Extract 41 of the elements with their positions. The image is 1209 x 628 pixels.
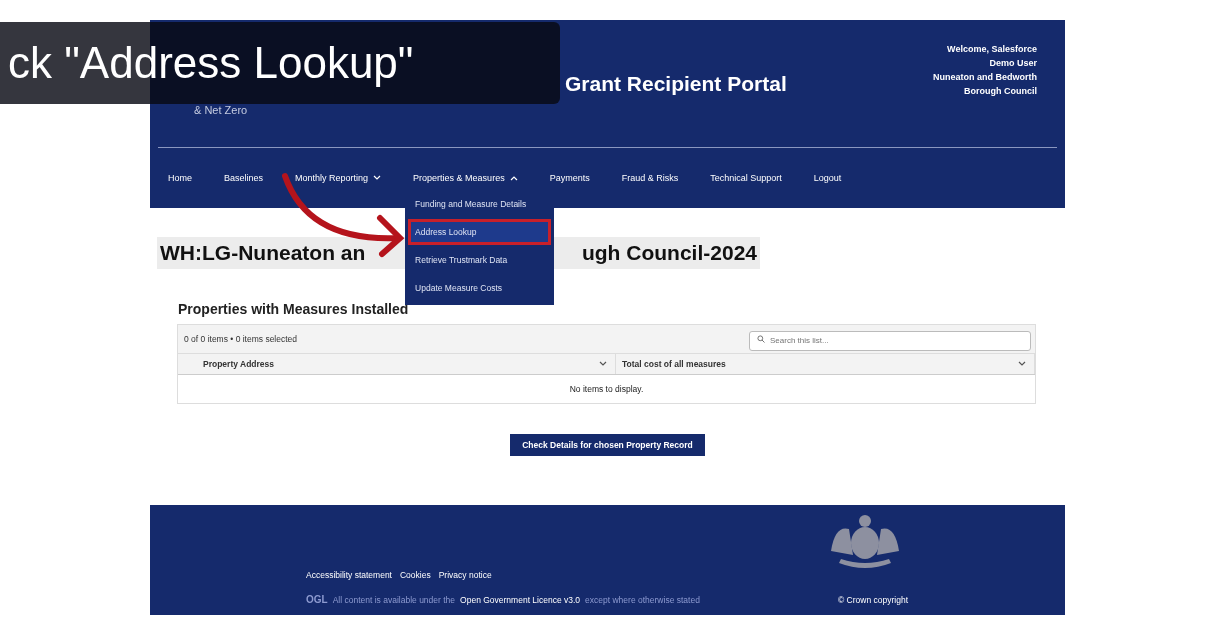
page-title: ugh Council-2024: [581, 241, 757, 265]
caption-text: ck "Address Lookup": [8, 38, 414, 88]
caret-icon: [599, 361, 607, 367]
caret-icon: [509, 175, 518, 181]
nav-menu[interactable]: Properties & Measures: [413, 169, 518, 187]
page-title: WH:LG-Nuneaton an: [160, 241, 366, 265]
department-logo-text: & Net Zero: [194, 104, 249, 117]
menu-item[interactable]: Address Lookup: [408, 219, 552, 245]
menu-item[interactable]: Update Measure Costs: [408, 275, 552, 301]
licence-link[interactable]: Open Government Licence v3.0: [460, 594, 581, 605]
copyright-text: © Crown copyright: [837, 595, 908, 605]
check-details-button[interactable]: Check Details for chosen Property Record: [510, 434, 705, 456]
item-count: 0 of 0 items • 0 items selected: [184, 334, 298, 344]
list-title: Properties with Measures Installed: [178, 301, 409, 317]
welcome-text: Nuneaton and Bedworth: [933, 70, 1037, 84]
menu-item[interactable]: Funding and Measure Details: [408, 191, 552, 217]
portal-title: Grant Recipient Portal: [565, 71, 787, 95]
nav-link[interactable]: Payments: [549, 169, 590, 187]
nav-link[interactable]: Home: [168, 169, 192, 187]
welcome-text: Demo User: [989, 56, 1037, 70]
column-header[interactable]: Total cost of all measures: [616, 354, 1035, 374]
search-field[interactable]: Search this list...: [749, 330, 1031, 351]
welcome-text: Welcome, Salesforce: [947, 42, 1037, 56]
nav-link[interactable]: Technical Support: [710, 169, 782, 187]
search-icon: [757, 335, 765, 343]
nav-link[interactable]: Logout: [813, 169, 842, 187]
licence-text: except where otherwise stated: [585, 594, 700, 605]
footer-link[interactable]: Accessibility statement: [306, 570, 392, 580]
footer-link[interactable]: Privacy notice: [438, 570, 492, 580]
nav-link[interactable]: Baselines: [224, 169, 264, 187]
nav-link[interactable]: Fraud & Risks: [621, 169, 679, 187]
nav-menu[interactable]: Monthly Reporting: [295, 169, 382, 187]
caret-icon: [1018, 361, 1026, 367]
ogl-logo: OGL: [306, 594, 328, 605]
menu-item[interactable]: Retrieve Trustmark Data: [408, 247, 552, 273]
empty-message: No items to display.: [568, 383, 645, 396]
welcome-text: Borough Council: [964, 84, 1037, 98]
licence-text: All content is available under the: [332, 594, 456, 605]
footer-link[interactable]: Cookies: [400, 570, 431, 580]
column-header[interactable]: Property Address: [178, 354, 616, 374]
caret-icon: [373, 175, 382, 181]
